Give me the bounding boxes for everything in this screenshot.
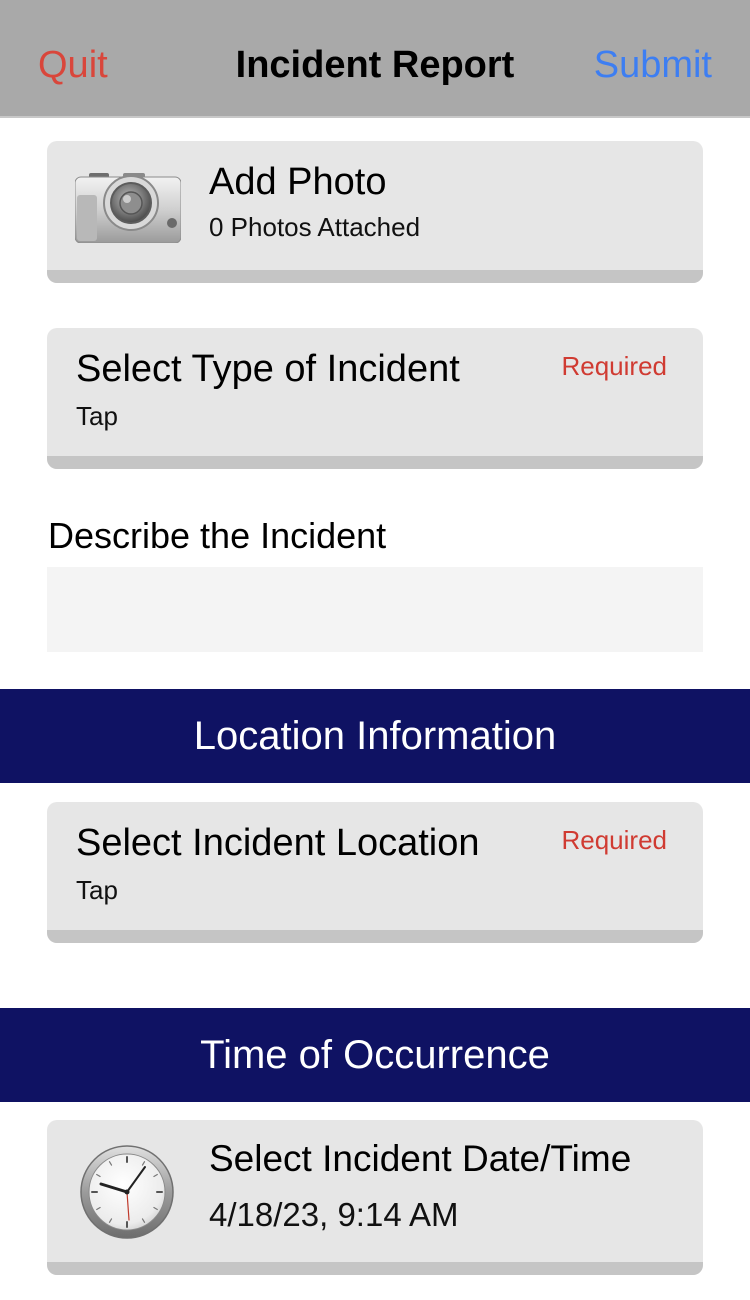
datetime-title: Select Incident Date/Time — [209, 1138, 632, 1179]
incident-location-card[interactable]: Select Incident Location Tap Required — [47, 802, 703, 943]
datetime-value: 4/18/23, 9:14 AM — [209, 1196, 459, 1233]
navigation-bar: Quit Incident Report Submit — [0, 0, 750, 118]
incident-location-title: Select Incident Location — [76, 822, 480, 864]
add-photo-title: Add Photo — [209, 161, 387, 203]
location-section-header: Location Information — [0, 689, 750, 783]
submit-button[interactable]: Submit — [594, 40, 712, 90]
description-label: Describe the Incident — [48, 515, 387, 556]
incident-type-card[interactable]: Select Type of Incident Tap Required — [47, 328, 703, 469]
incident-datetime-card[interactable]: Select Incident Date/Time 4/18/23, 9:14 … — [47, 1120, 703, 1275]
clock-icon — [79, 1144, 175, 1240]
required-badge: Required — [561, 351, 667, 381]
time-section-header: Time of Occurrence — [0, 1008, 750, 1102]
incident-type-value: Tap — [76, 401, 118, 431]
camera-icon — [74, 171, 182, 244]
description-input[interactable] — [47, 567, 703, 652]
photo-count: 0 Photos Attached — [209, 212, 421, 242]
incident-location-value: Tap — [76, 875, 118, 905]
add-photo-card[interactable]: Add Photo 0 Photos Attached — [47, 141, 703, 283]
incident-type-title: Select Type of Incident — [76, 348, 460, 390]
required-badge: Required — [561, 825, 667, 855]
